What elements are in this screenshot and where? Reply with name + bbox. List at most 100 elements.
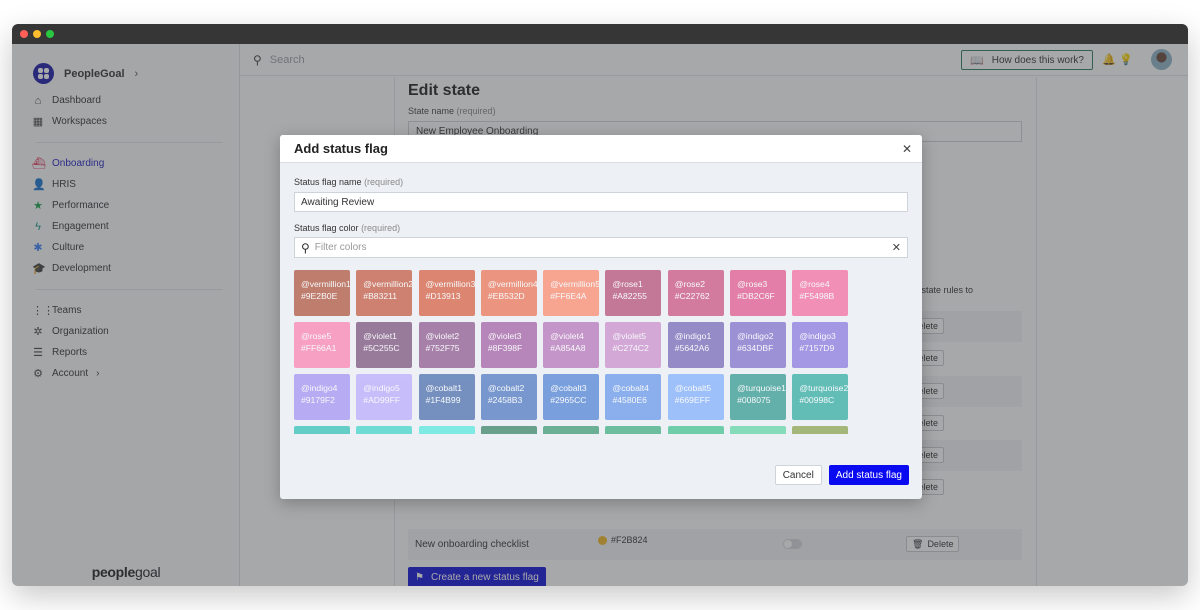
color-swatch[interactable]: @vermillion5 #FF6E4A [543, 270, 600, 316]
swatch-hex: #D13913 [425, 291, 461, 301]
color-swatch[interactable]: #14CCBD [356, 426, 413, 434]
color-swatch[interactable]: @violet5 #C274C2 [605, 322, 662, 368]
swatch-name: @indigo4 [301, 383, 338, 393]
swatch-name: @violet5 [612, 331, 647, 341]
swatch-hex: #9179F2 [301, 395, 335, 405]
color-swatch[interactable]: @rose5 #FF66A1 [294, 322, 350, 368]
color-swatch[interactable]: @violet4 #A854A8 [543, 322, 600, 368]
swatch-name: @cobalt2 [487, 383, 525, 393]
swatch-hex: #F5498B [799, 291, 835, 301]
color-swatch[interactable]: @rose2 #C22762 [667, 270, 724, 316]
color-swatch[interactable]: @cobalt5 #669EFF [667, 374, 724, 420]
swatch-name: @vermillion2 [363, 279, 413, 289]
swatch-name: @violet2 [425, 331, 460, 341]
swatch-hex: #DB2C6F [737, 291, 775, 301]
modal-body: Status flag name (required) Awaiting Rev… [280, 177, 922, 434]
color-swatch[interactable]: @rose4 #F5498B [792, 270, 849, 316]
color-swatch[interactable]: @vermillion3 #D13913 [418, 270, 475, 316]
color-swatch[interactable]: @vermillion2 #B83211 [356, 270, 413, 316]
color-swatch[interactable]: #0F9960 [605, 426, 662, 434]
close-icon[interactable]: ✕ [902, 142, 912, 156]
swatch-name: @violet3 [487, 331, 522, 341]
swatch-hex: #A82255 [612, 291, 647, 301]
swatch-hex: #8F398F [487, 343, 523, 353]
swatch-name: @indigo5 [363, 383, 400, 393]
swatch-name: @cobalt5 [674, 383, 712, 393]
minimize-window-button[interactable] [33, 30, 41, 38]
required-hint: (required) [364, 177, 404, 187]
title-bar [12, 24, 1188, 44]
color-swatch[interactable]: @rose1 #A82255 [605, 270, 662, 316]
modal-title: Add status flag [294, 141, 388, 156]
swatch-name: @violet1 [363, 331, 397, 341]
swatch-hex: #4580E6 [612, 395, 647, 405]
swatch-name: @cobalt3 [550, 383, 587, 393]
modal-header: Add status flag ✕ [280, 135, 922, 163]
swatch-name: @rose4 [799, 279, 830, 289]
flag-name-input[interactable]: Awaiting Review [294, 192, 908, 212]
swatch-hex: #FF66A1 [301, 343, 337, 353]
color-swatch[interactable]: @violet3 #8F398F [480, 322, 537, 368]
color-swatch[interactable]: #15B371 [667, 426, 724, 434]
cancel-button[interactable]: Cancel [774, 465, 822, 485]
color-swatch[interactable]: #0A6640 [480, 426, 537, 434]
flag-name-label: Status flag name (required) [294, 177, 908, 187]
color-swatch[interactable]: @cobalt3 #2965CC [543, 374, 600, 420]
color-swatch[interactable]: @violet1 #5C255C [356, 322, 413, 368]
swatch-name: @indigo3 [799, 331, 836, 341]
swatch-hex: #C274C2 [612, 343, 649, 353]
swatch-hex: #1F4B99 [425, 395, 461, 405]
swatch-hex: #5642A6 [674, 343, 710, 353]
swatch-name: @cobalt1 [425, 383, 463, 393]
swatch-hex: #AD99FF [363, 395, 401, 405]
swatch-hex: #C22762 [674, 291, 710, 301]
flag-color-label: Status flag color (required) [294, 223, 908, 233]
color-swatch[interactable]: #3DCC91 [730, 426, 787, 434]
required-hint: (required) [361, 223, 401, 233]
label-text: Status flag color [294, 223, 359, 233]
swatch-hex: #5C255C [363, 343, 400, 353]
swatch-name: @turquoise2 [799, 383, 849, 393]
filter-colors-input[interactable]: ⚲ Filter colors ✕ [294, 237, 908, 258]
color-swatch[interactable]: @cobalt1 #1F4B99 [418, 374, 475, 420]
swatch-name: @cobalt4 [612, 383, 649, 393]
color-swatch[interactable]: @rose3 #DB2C6F [730, 270, 787, 316]
color-swatch[interactable]: @turquoise1 #008075 [730, 374, 787, 420]
close-window-button[interactable] [20, 30, 28, 38]
color-swatch[interactable]: #0D8050 [543, 426, 600, 434]
swatch-name: @vermillion4 [487, 279, 537, 289]
maximize-window-button[interactable] [46, 30, 54, 38]
swatch-hex: #2458B3 [487, 395, 523, 405]
filter-placeholder: Filter colors [314, 242, 367, 253]
color-swatch[interactable]: @cobalt2 #2458B3 [480, 374, 537, 420]
color-swatch[interactable]: @vermillion1 #9E2B0E [294, 270, 350, 316]
color-swatch[interactable]: @indigo5 #AD99FF [356, 374, 413, 420]
app-window: PeopleGoal › ⌂ Dashboard ▦ Workspaces ⛴ Onbo… [12, 24, 1188, 586]
swatch-hex: #EB532D [487, 291, 525, 301]
swatch-hex: #669EFF [674, 395, 711, 405]
color-swatch[interactable]: @violet2 #752F75 [418, 322, 475, 368]
swatch-name: @vermillion3 [425, 279, 475, 289]
swatch-name: @indigo2 [737, 331, 774, 341]
color-swatch-list[interactable]: @vermillion1 #9E2B0E @vermillion2 #B83211 @v… [294, 270, 908, 434]
swatch-name: @turquoise1 [737, 383, 786, 393]
add-status-flag-button[interactable]: Add status flag [828, 465, 909, 485]
color-swatch[interactable]: #00B3A4 [294, 426, 350, 434]
swatch-name: @indigo1 [674, 331, 712, 341]
color-swatch[interactable]: @vermillion4 #EB532D [480, 270, 537, 316]
clear-filter-icon[interactable]: ✕ [892, 241, 901, 254]
swatch-hex: #A854A8 [550, 343, 586, 353]
swatch-hex: #FF6E4A [550, 291, 587, 301]
swatch-hex: #9E2B0E [301, 291, 338, 301]
color-swatch[interactable]: @cobalt4 #4580E6 [605, 374, 662, 420]
swatch-name: @rose3 [737, 279, 768, 289]
add-status-flag-modal: Add status flag ✕ Status flag name (requ… [280, 135, 922, 499]
color-swatch[interactable]: @indigo1 #5642A6 [667, 322, 724, 368]
color-swatch[interactable]: @turquoise2 #00998C [792, 374, 849, 420]
color-swatch[interactable]: @indigo2 #634DBF [730, 322, 787, 368]
color-swatch[interactable]: @indigo4 #9179F2 [294, 374, 350, 420]
color-swatch[interactable]: #728C23 [792, 426, 849, 434]
swatch-name: @vermillion5 [550, 279, 600, 289]
color-swatch[interactable]: @indigo3 #7157D9 [792, 322, 849, 368]
color-swatch[interactable]: #2EE6D6 [418, 426, 475, 434]
